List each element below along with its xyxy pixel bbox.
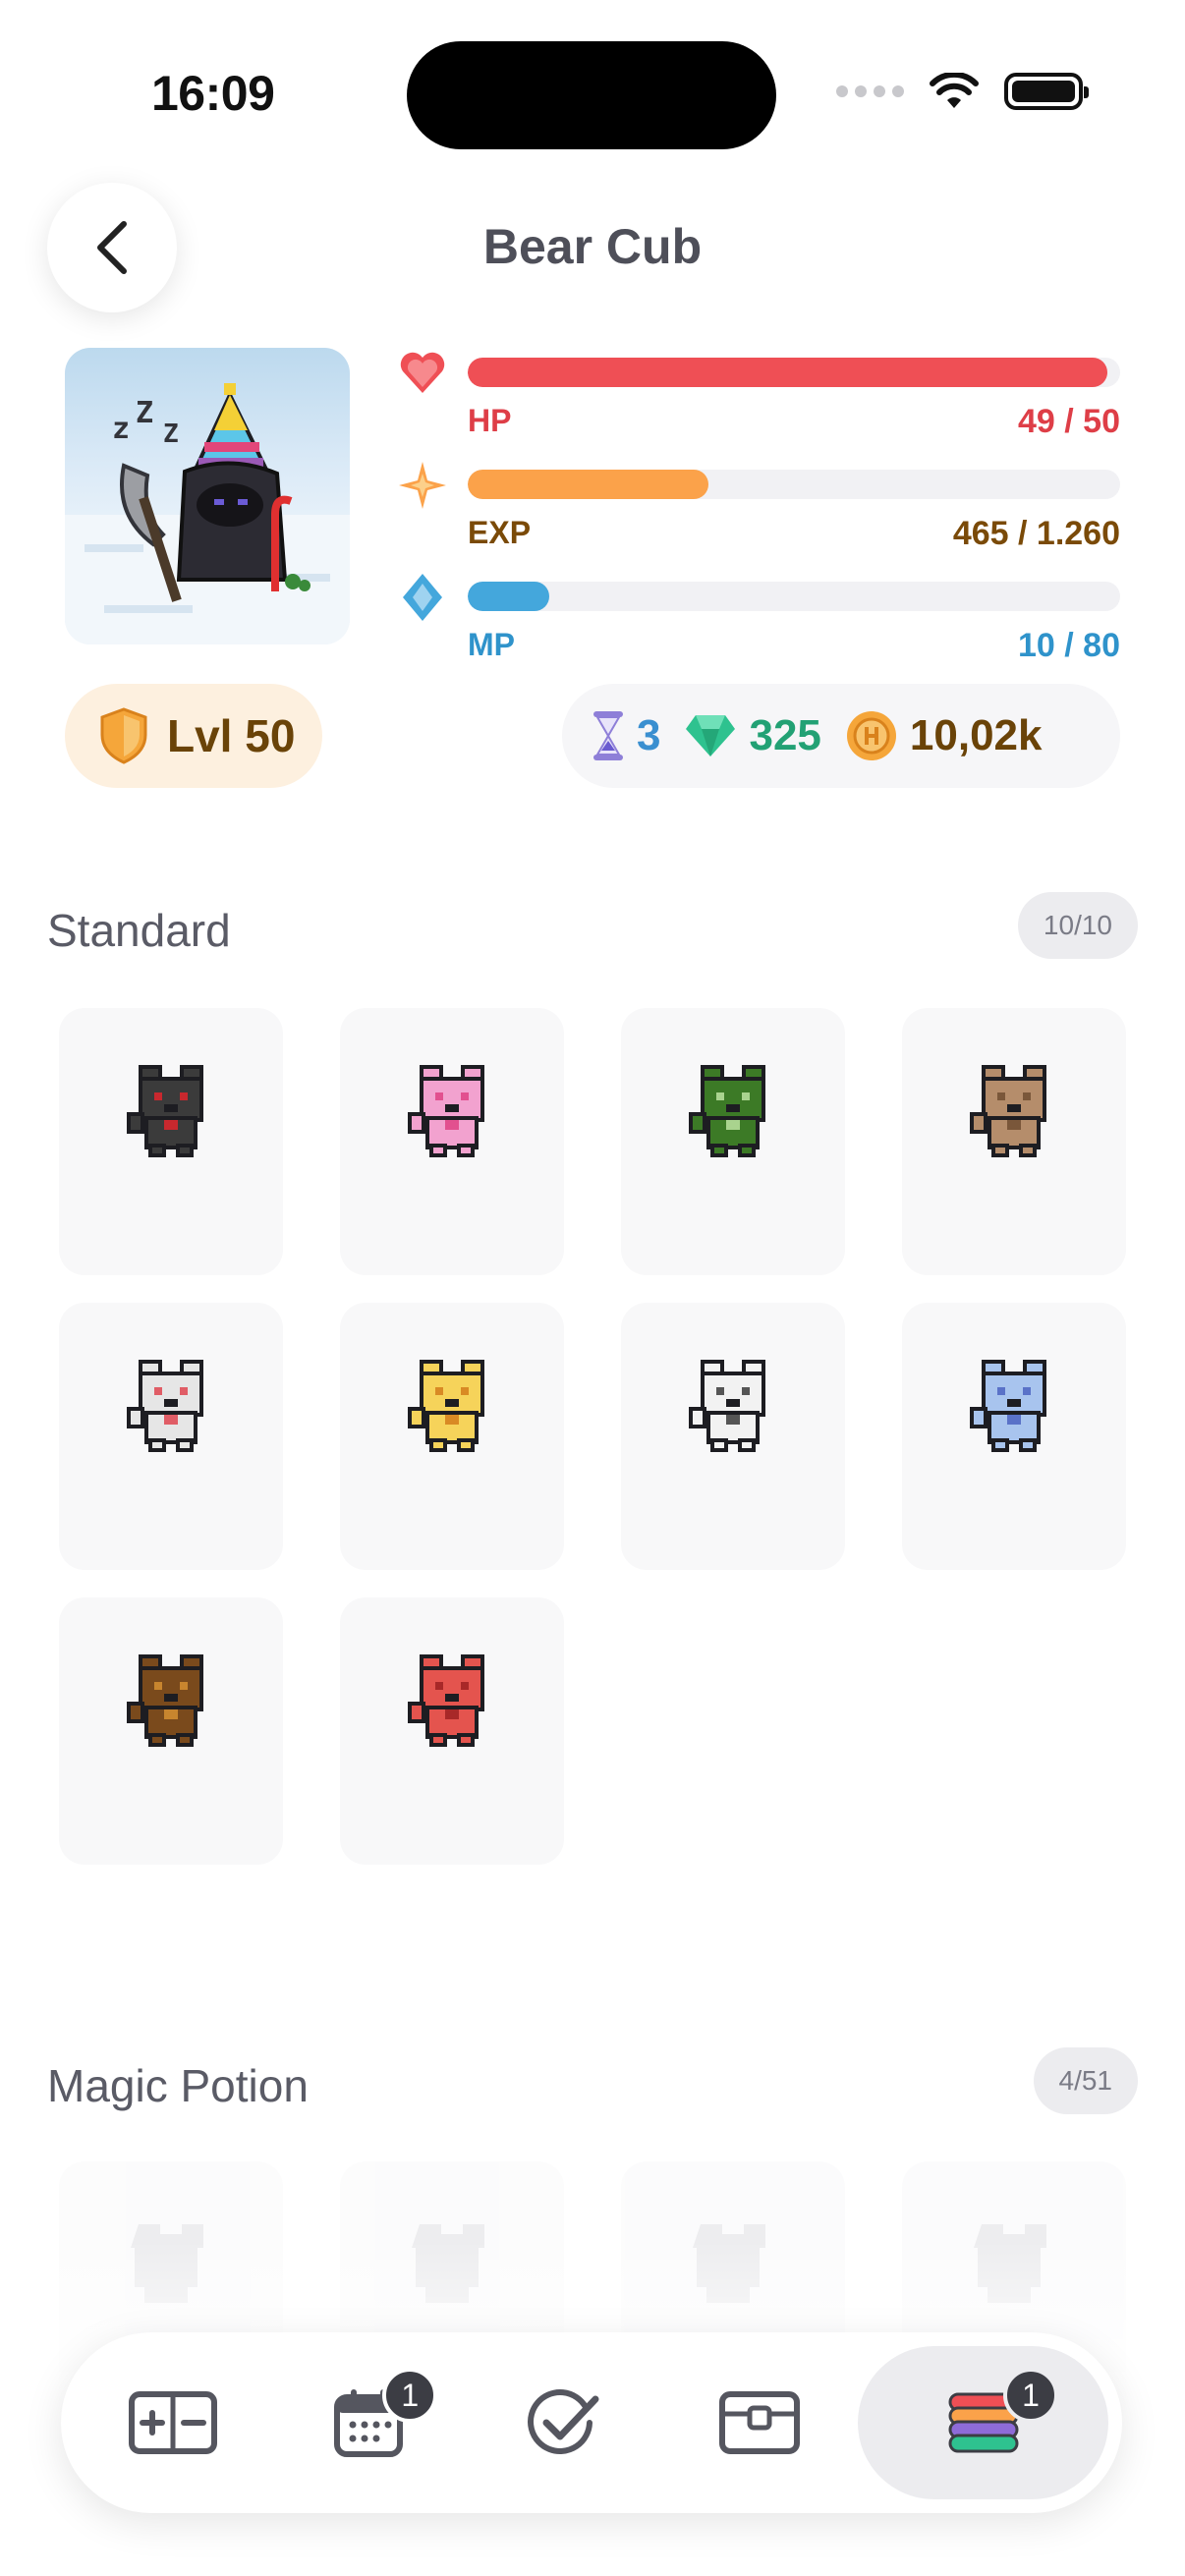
hourglass-currency: 3 — [592, 709, 660, 762]
avatar-scene: z Z Z — [65, 383, 350, 644]
dark-brown-bear-cub-sprite — [127, 1654, 203, 1747]
pet-card-blue-bear-cub[interactable] — [902, 1303, 1126, 1570]
nav-habits[interactable] — [75, 2346, 270, 2499]
hp-label: HP — [468, 403, 512, 438]
brown-bear-cub-sprite — [970, 1065, 1046, 1157]
avatar[interactable]: z Z Z — [65, 348, 350, 644]
svg-text:z: z — [112, 412, 130, 446]
pet-card-pink-bear-cub[interactable] — [340, 1008, 564, 1275]
skeleton-bear-cub-sprite — [689, 1360, 765, 1452]
hp-value: 49 / 50 — [1018, 403, 1120, 440]
exp-bar-fill — [468, 470, 709, 499]
battery-icon — [1004, 73, 1089, 110]
gem-currency: 325 — [684, 711, 821, 760]
gem-count: 325 — [749, 711, 821, 759]
wifi-icon — [930, 73, 979, 108]
gold-coin-icon — [846, 711, 896, 760]
mp-bar-fill — [468, 582, 549, 611]
blue-bear-cub-sprite — [970, 1360, 1046, 1452]
red-bear-cub-sprite — [408, 1654, 484, 1747]
section-count-magic-potion: 4/51 — [1033, 2047, 1138, 2114]
check-circle-icon — [528, 2389, 599, 2454]
dynamic-island — [407, 41, 776, 149]
section-title-standard: Standard — [47, 905, 231, 956]
gold-count: 10,02k — [909, 711, 1043, 759]
exp-bar — [468, 470, 1120, 499]
hourglass-icon — [593, 711, 623, 760]
pet-card-black-bear-cub[interactable] — [59, 1008, 283, 1275]
pink-bear-cub-sprite — [408, 1065, 484, 1157]
status-indicators — [836, 73, 1089, 110]
hp-bar-fill — [468, 358, 1107, 387]
mp-stat: MP 10 / 80 — [397, 572, 1120, 670]
svg-text:Z: Z — [136, 396, 153, 430]
black-bear-cub-sprite — [127, 1065, 203, 1157]
pet-card-green-bear-cub[interactable] — [621, 1008, 845, 1275]
mana-crystal-icon — [403, 574, 442, 621]
hp-stat: HP 49 / 50 — [397, 348, 1120, 446]
pet-card-brown-bear-cub[interactable] — [902, 1008, 1126, 1275]
nav-dailies-badge: 1 — [382, 2368, 438, 2423]
golden-bear-cub-sprite — [408, 1360, 484, 1452]
mp-value: 10 / 80 — [1018, 627, 1120, 664]
nav-dailies[interactable]: 1 — [270, 2346, 466, 2499]
bottom-nav: 1 1 — [61, 2332, 1122, 2513]
pet-card-skeleton-bear-cub[interactable] — [621, 1303, 845, 1570]
cellular-icon — [836, 85, 904, 97]
status-time: 16:09 — [151, 66, 275, 121]
gold-currency: 10,02k — [845, 709, 1043, 762]
currency-bar[interactable]: 3 325 10,02k — [562, 684, 1120, 788]
pet-card-white-bear-cub[interactable] — [59, 1303, 283, 1570]
mp-label: MP — [468, 627, 515, 662]
section-count-standard: 10/10 — [1017, 892, 1138, 959]
shield-icon — [100, 707, 147, 764]
white-bear-cub-sprite — [127, 1360, 203, 1452]
star-icon — [399, 462, 446, 509]
level-badge[interactable]: Lvl 50 — [65, 684, 322, 788]
pet-card-golden-bear-cub[interactable] — [340, 1303, 564, 1570]
page-title: Bear Cub — [482, 219, 703, 274]
exp-stat: EXP 465 / 1.260 — [397, 460, 1120, 558]
exp-value: 465 / 1.260 — [952, 515, 1120, 552]
gem-icon — [686, 715, 736, 756]
section-title-magic-potion: Magic Potion — [47, 2060, 309, 2111]
pet-card-red-bear-cub[interactable] — [340, 1597, 564, 1865]
nav-inventory-badge: 1 — [1003, 2368, 1058, 2423]
chest-icon — [719, 2391, 801, 2454]
heart-icon — [400, 352, 445, 393]
exp-label: EXP — [468, 515, 532, 550]
green-bear-cub-sprite — [689, 1065, 765, 1157]
standard-pet-grid — [59, 1008, 1126, 1865]
pet-card-dark-brown-bear-cub[interactable] — [59, 1597, 283, 1865]
nav-inventory[interactable]: 1 — [858, 2346, 1109, 2499]
nav-todos[interactable] — [467, 2346, 662, 2499]
add-subtract-icon — [128, 2391, 217, 2454]
hourglass-count: 3 — [637, 711, 661, 759]
level-label: Lvl 50 — [167, 710, 296, 761]
nav-rewards[interactable] — [662, 2346, 858, 2499]
svg-text:Z: Z — [163, 420, 179, 449]
mp-bar — [468, 582, 1120, 611]
hp-bar — [468, 358, 1120, 387]
